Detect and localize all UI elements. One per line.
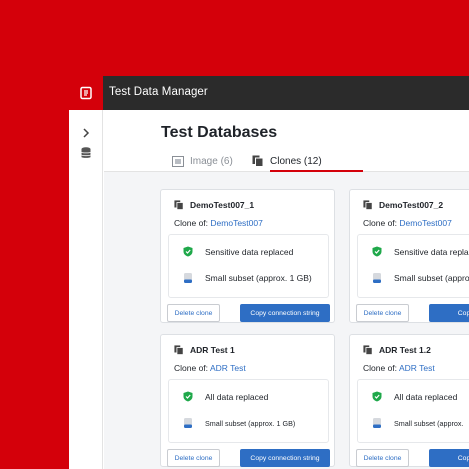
feature-text: Small subset (approx. 1 GB) <box>205 273 312 283</box>
copy-icon <box>363 200 373 210</box>
shield-check-icon <box>372 391 382 402</box>
page-header: Test Databases Image (6) Clones (12) <box>104 110 469 172</box>
clone-features: All data replaced Small subset (approx. <box>357 379 469 443</box>
feature-row: Small subset (approx. 1 GB) <box>183 272 312 284</box>
delete-clone-button[interactable]: Delete clone <box>356 304 409 322</box>
clone-features: Sensitive data replaced Small subset (ap… <box>168 234 329 298</box>
page-title: Test Databases <box>161 124 278 141</box>
feature-row: Sensitive data replaced <box>183 246 293 257</box>
clone-of-label: Clone of: <box>174 363 209 373</box>
chevron-right-icon[interactable] <box>79 126 93 140</box>
delete-clone-button[interactable]: Delete clone <box>167 449 220 467</box>
database-small-icon <box>373 273 381 283</box>
database-icon[interactable] <box>79 146 93 160</box>
feature-text: Sensitive data repla <box>394 246 469 257</box>
feature-text: Sensitive data replaced <box>205 246 294 257</box>
copy-icon <box>363 345 373 355</box>
shield-check-icon <box>372 246 382 257</box>
clone-of-label: Clone of: <box>363 218 398 228</box>
delete-clone-button[interactable]: Delete clone <box>356 449 409 467</box>
feature-text: Small subset (approx. <box>394 418 464 428</box>
clone-of-link[interactable]: DemoTest007 <box>210 218 262 228</box>
app-title: Test Data Manager <box>109 86 208 98</box>
app-logo[interactable] <box>69 76 103 110</box>
tab-clones-label: Clones (12) <box>270 155 322 167</box>
clone-card: DemoTest007_1 Clone of: DemoTest007 Sens… <box>160 189 335 323</box>
copy-connection-string-button[interactable]: Copy conn <box>429 449 469 467</box>
feature-row: Small subset (approx. <box>372 417 464 429</box>
copy-connection-string-button[interactable]: Copy conn <box>429 304 469 322</box>
feature-row: All data replaced <box>183 391 268 402</box>
shield-check-icon <box>183 246 193 257</box>
clone-features: Sensitive data repla Small subset (appro <box>357 234 469 298</box>
clone-card: DemoTest007_2 Clone of: DemoTest007 Sens… <box>349 189 469 323</box>
copy-connection-string-button[interactable]: Copy connection string <box>240 304 330 322</box>
feature-text: All data replaced <box>394 391 458 402</box>
feature-text: Small subset (approx. 1 GB) <box>205 418 296 428</box>
copy-icon <box>174 345 184 355</box>
tab-images-label: Image (6) <box>190 155 233 167</box>
clone-features: All data replaced Small subset (approx. … <box>168 379 329 443</box>
tab-images[interactable]: Image (6) <box>172 150 233 172</box>
copy-icon <box>174 200 184 210</box>
database-small-icon <box>184 418 192 428</box>
copy-connection-string-button[interactable]: Copy connection string <box>240 449 330 467</box>
clone-card: ADR Test 1 Clone of: ADR Test All data r… <box>160 334 335 467</box>
top-bar: Test Data Manager <box>69 76 469 110</box>
clone-name: DemoTest007_2 <box>379 200 444 210</box>
delete-clone-button[interactable]: Delete clone <box>167 304 220 322</box>
active-tab-indicator <box>270 170 363 172</box>
sidebar <box>69 110 103 469</box>
feature-text: All data replaced <box>205 391 269 402</box>
clone-of-link[interactable]: ADR Test <box>210 363 246 373</box>
main-content: Test Databases Image (6) Clones (12) Dem… <box>104 110 469 469</box>
copy-icon <box>252 155 264 167</box>
database-small-icon <box>373 418 381 428</box>
image-icon <box>172 155 184 167</box>
feature-row: Small subset (appro <box>372 272 469 284</box>
clone-card: ADR Test 1.2 Clone of: ADR Test All data… <box>349 334 469 467</box>
clone-of-link[interactable]: ADR Test <box>399 363 435 373</box>
feature-row: Small subset (approx. 1 GB) <box>183 417 295 429</box>
app-window: Test Data Manager Test Databases Image (… <box>69 76 469 469</box>
clone-name: DemoTest007_1 <box>190 200 255 210</box>
feature-row: Sensitive data repla <box>372 246 469 257</box>
clone-of-label: Clone of: <box>363 363 398 373</box>
clone-of-label: Clone of: <box>174 218 209 228</box>
clone-of-link[interactable]: DemoTest007 <box>399 218 451 228</box>
clone-name: ADR Test 1 <box>190 345 235 355</box>
feature-text: Small subset (appro <box>394 273 469 283</box>
tab-clones[interactable]: Clones (12) <box>252 150 322 172</box>
clone-name: ADR Test 1.2 <box>379 345 431 355</box>
feature-row: All data replaced <box>372 391 457 402</box>
redgate-logo-icon <box>80 86 92 100</box>
shield-check-icon <box>183 391 193 402</box>
database-small-icon <box>184 273 192 283</box>
